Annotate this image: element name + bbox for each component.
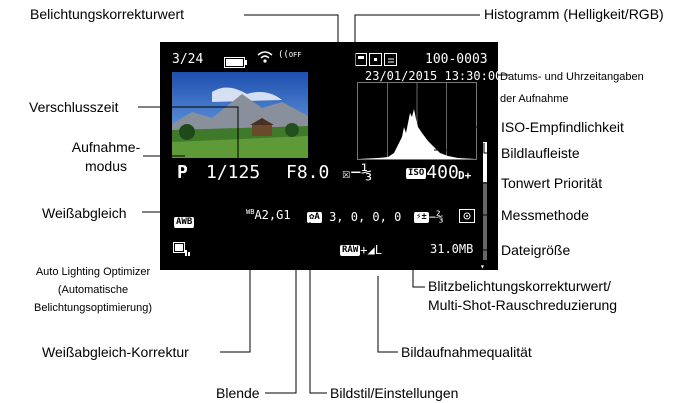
label-datetime-1: Datums- und Uhrzeitangaben [500, 71, 644, 83]
label-alo-2: (Automatische [57, 284, 129, 296]
label-exposure-comp: Belichtungskorrekturwert [30, 6, 185, 22]
label-alo-1: Auto Lighting Optimizer [35, 266, 151, 278]
label-metering: Messmethode [501, 207, 589, 223]
label-shutter: Verschlusszeit [29, 99, 119, 115]
label-scrollbar: Bildlaufleiste [501, 145, 580, 161]
label-mode-1: Aufnahme- [71, 139, 141, 155]
label-alo-3: Belichtungsoptimierung) [33, 302, 152, 314]
label-filesize: Dateigröße [501, 242, 571, 258]
leader-lines [138, 14, 510, 394]
label-tone-priority: Tonwert Priorität [501, 175, 603, 191]
label-flash-2: Multi-Shot-Rauschreduzierung [428, 297, 618, 313]
label-mode-2: modus [84, 158, 128, 174]
label-wb-correction: Weißabgleich-Korrektur [42, 344, 189, 360]
label-histogram: Histogramm (Helligkeit/RGB) [484, 6, 664, 22]
label-wb: Weißabgleich [42, 205, 127, 221]
label-picture-style: Bildstil/Einstellungen [330, 385, 459, 401]
label-flash-1: Blitzbelichtungskorrekturwert/ [428, 278, 611, 294]
label-aperture: Blende [216, 385, 260, 401]
label-datetime-2: der Aufnahme [500, 93, 569, 105]
label-iso: ISO-Empfindlichkeit [501, 119, 624, 135]
label-quality: Bildaufnahmequalität [401, 344, 532, 360]
